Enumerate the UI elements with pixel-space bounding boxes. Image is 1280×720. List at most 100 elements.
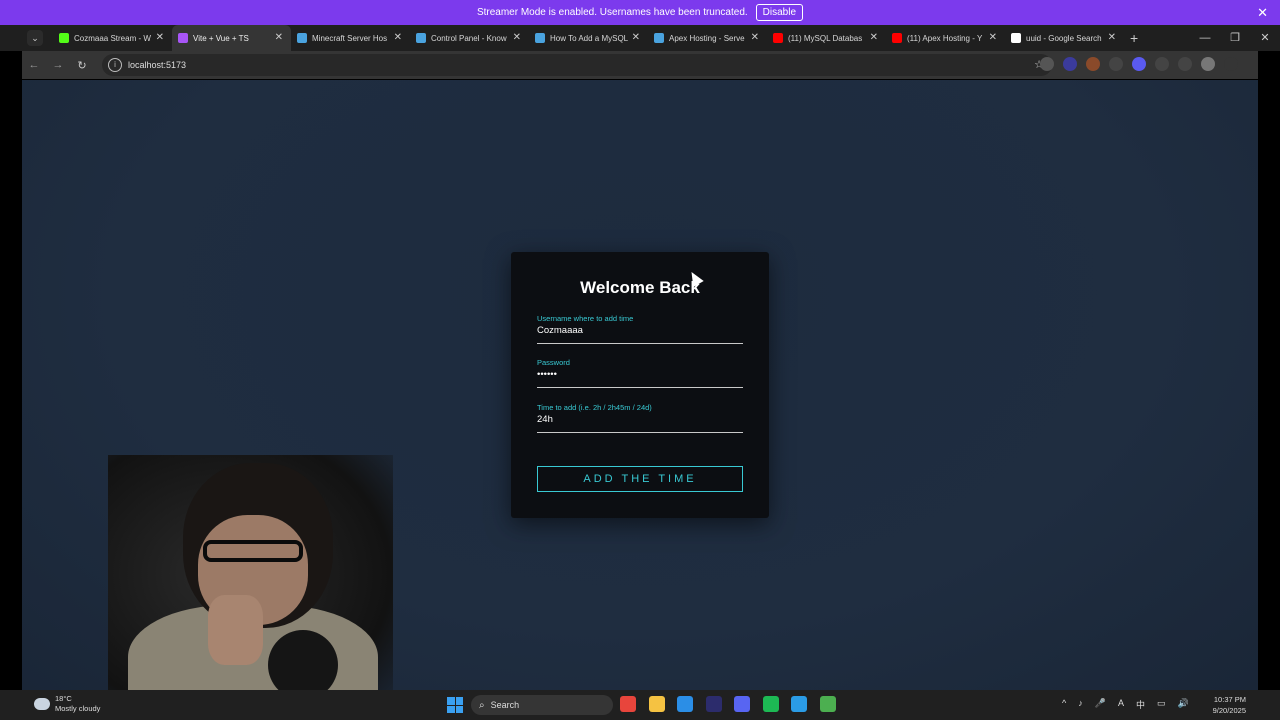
tab-list: Cozmaaa Stream - W ✕ Vite + Vue + TS ✕ Minec… [53,25,1124,51]
browser-toolbar: ← → ↻ i localhost:5173 ☆ [22,51,1258,79]
add-time-button[interactable]: ADD THE TIME [537,466,743,492]
apex-icon [654,33,664,43]
google-icon [1011,33,1021,43]
tab-title: Vite + Vue + TS [193,33,249,43]
tab-5[interactable]: Apex Hosting - Serve ✕ [648,25,767,51]
tab-2[interactable]: Minecraft Server Hos ✕ [291,25,410,51]
tab-close-icon[interactable]: ✕ [632,32,640,43]
tab-title: uuid - Google Search [1026,33,1102,43]
extension-icon[interactable] [1086,57,1100,71]
profile-avatar-icon[interactable] [1201,57,1215,71]
weather-temp: 18°C [55,694,72,703]
time-field[interactable]: Time to add (i.e. 2h / 2h45m / 24d) 24h [537,403,743,433]
url-text[interactable]: localhost:5173 [128,60,186,70]
chrome-icon[interactable] [620,696,636,712]
apex-icon [416,33,426,43]
spotify-icon[interactable] [762,696,779,712]
extensions-area [1040,57,1247,71]
tab-close-icon[interactable]: ✕ [751,32,759,43]
disable-streamer-mode-button[interactable]: Disable [755,4,804,21]
minimize-icon[interactable]: — [1190,25,1220,51]
tab-3[interactable]: Control Panel - Know ✕ [410,25,529,51]
password-field[interactable]: Password •••••• [537,358,743,388]
username-field[interactable]: Username where to add time Cozmaaaa [537,314,743,344]
password-label: Password [537,358,570,367]
form-title: Welcome Back [580,278,700,297]
site-info-icon[interactable]: i [108,58,122,72]
extension-icon[interactable] [1040,57,1054,71]
app-icon[interactable] [791,696,807,712]
tab-8[interactable]: uuid - Google Search ✕ [1005,25,1124,51]
apex-icon [297,33,307,43]
tab-search-chevron-icon[interactable]: ⌄ [27,30,43,46]
clock-date: 9/20/2025 [1212,706,1246,715]
tray-icon-5[interactable]: ▭ [1157,698,1166,711]
add-time-form: Welcome Back Username where to add time … [511,252,769,518]
tab-close-icon[interactable]: ✕ [275,32,283,43]
restore-icon[interactable]: ❐ [1220,25,1250,51]
tab-title: Cozmaaa Stream - W [74,33,151,43]
tab-7[interactable]: (11) Apex Hosting - Y ✕ [886,25,1005,51]
time-label: Time to add (i.e. 2h / 2h45m / 24d) [537,403,652,412]
taskbar-search[interactable]: ⌕ Search [471,695,613,715]
youtube-icon [773,33,783,43]
kebab-menu-icon[interactable] [1224,57,1238,71]
streamer-mode-banner: Streamer Mode is enabled. Usernames have… [0,0,1280,25]
tab-0[interactable]: Cozmaaa Stream - W ✕ [53,25,172,51]
tab-close-icon[interactable]: ✕ [870,32,878,43]
tab-1[interactable]: Vite + Vue + TS ✕ [172,25,291,51]
vite-icon [178,33,188,43]
windows-start-icon[interactable] [447,697,463,713]
cloud-icon [34,698,50,710]
eye-extension-icon[interactable] [1063,57,1077,71]
window-controls: — ❐ ✕ [1190,25,1280,51]
username-input[interactable]: Cozmaaaa [537,325,743,336]
vscode-icon[interactable] [677,696,693,712]
discord-icon[interactable] [734,696,750,712]
app-icon[interactable] [705,696,722,712]
tab-close-icon[interactable]: ✕ [513,32,521,43]
weather-widget[interactable]: 18°C Mostly cloudy [34,694,100,714]
file-explorer-icon[interactable] [648,696,665,712]
tray-icon-4[interactable]: 中 [1136,698,1145,711]
tab-title: Apex Hosting - Serve [669,33,745,43]
address-bar[interactable]: i localhost:5173 ☆ [102,54,1052,76]
system-tray: ^ ♪ 🎤 A 中 ▭ 🔊 [1062,698,1201,711]
tab-4[interactable]: How To Add a MySQL ✕ [529,25,648,51]
apex-icon [535,33,545,43]
minecraft-icon[interactable] [819,696,836,712]
tray-icon-2[interactable]: 🎤 [1095,698,1106,711]
tab-strip: ⌄ Cozmaaa Stream - W ✕ Vite + Vue + TS ✕ Min… [0,25,1280,51]
close-icon[interactable]: ✕ [1257,5,1268,21]
tab-title: Control Panel - Know [431,33,507,43]
time-input[interactable]: 24h [537,414,743,425]
reload-icon[interactable]: ↻ [70,59,94,72]
reading-list-icon[interactable] [1178,57,1192,71]
tray-icon-1[interactable]: ♪ [1078,698,1083,711]
tab-close-icon[interactable]: ✕ [394,32,402,43]
webcam-hand [208,595,263,665]
system-clock[interactable]: 10:37 PM 9/20/2025 [1213,694,1246,716]
puzzle-icon[interactable] [1155,57,1169,71]
tray-icon-0[interactable]: ^ [1062,698,1066,711]
extension-icon[interactable] [1132,57,1146,71]
tab-6[interactable]: (11) MySQL Databas ✕ [767,25,886,51]
new-tab-button[interactable]: + [1130,30,1138,46]
forward-icon[interactable]: → [46,59,70,71]
tab-title: Minecraft Server Hos [312,33,388,43]
tab-title: How To Add a MySQL [550,33,629,43]
kick-icon [59,33,69,43]
window-close-icon[interactable]: ✕ [1250,25,1280,51]
tray-icon-3[interactable]: A [1118,698,1124,711]
password-input[interactable]: •••••• [537,369,743,380]
tab-close-icon[interactable]: ✕ [989,32,997,43]
tab-close-icon[interactable]: ✕ [1108,32,1116,43]
webcam-overlay [108,455,393,720]
webcam-glasses [203,540,303,562]
extension-icon[interactable] [1109,57,1123,71]
windows-taskbar: 18°C Mostly cloudy ⌕ Search ^ ♪ 🎤 A 中 ▭ 🔊 10:3… [0,690,1280,720]
tab-title: (11) MySQL Databas [788,33,863,43]
tab-close-icon[interactable]: ✕ [156,32,164,43]
tray-icon-6[interactable]: 🔊 [1178,698,1189,711]
back-icon[interactable]: ← [22,59,46,71]
